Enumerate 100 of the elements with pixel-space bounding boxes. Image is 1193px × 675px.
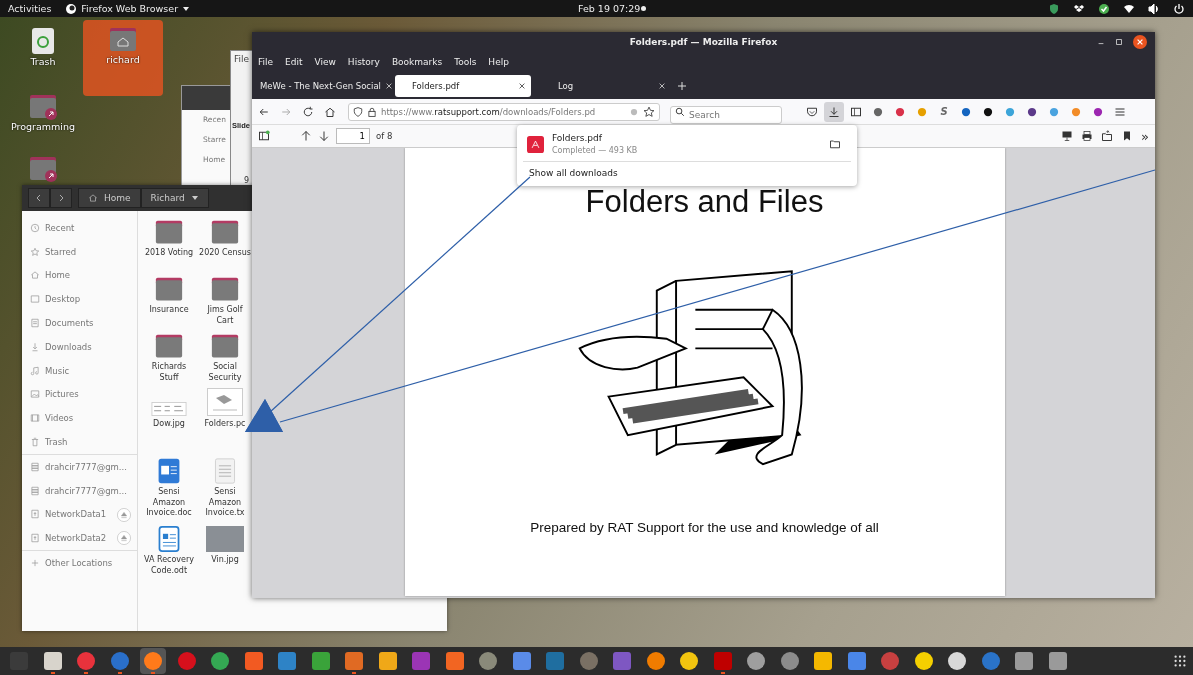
menu-item[interactable]: History: [347, 57, 380, 67]
selected-desktop-icon[interactable]: richard: [83, 20, 163, 96]
more-tools-button[interactable]: »: [1141, 128, 1149, 144]
menu-item[interactable]: Bookmarks: [391, 57, 443, 67]
address-bar[interactable]: https://www.ratsupport.com/downloads/Folders.pd: [348, 102, 660, 121]
star-icon[interactable]: [643, 105, 655, 118]
sidebar-item[interactable]: Starred: [22, 239, 137, 264]
menu-item[interactable]: Tools: [454, 57, 477, 67]
wifi-icon[interactable]: [1123, 2, 1135, 15]
eject-button[interactable]: [117, 531, 131, 546]
new-tab-icon[interactable]: [677, 80, 687, 91]
page-number-field[interactable]: 1: [336, 128, 370, 144]
download-icon: [828, 105, 840, 118]
menu-item[interactable]: File: [234, 54, 250, 64]
folder-icon: [211, 333, 239, 359]
download-item[interactable]: Folders.pdf Completed — 493 KB: [523, 131, 851, 162]
menu-item[interactable]: Edit: [285, 57, 303, 67]
browser-tab[interactable]: Log: [535, 74, 671, 97]
folder-icon[interactable]: [829, 138, 841, 150]
app-grid-icon[interactable]: [1173, 654, 1187, 668]
presentation-icon[interactable]: [1061, 130, 1074, 142]
plus-icon: [30, 558, 40, 569]
activities-button[interactable]: Activities: [8, 3, 52, 14]
close-tab-icon[interactable]: [518, 81, 526, 90]
drive-icon: [30, 485, 40, 496]
close-button[interactable]: [1133, 35, 1147, 49]
sidebar-item[interactable]: drahcir7777@gm...: [22, 454, 137, 479]
print-icon[interactable]: [1081, 130, 1094, 142]
path-button[interactable]: Richard: [140, 188, 209, 208]
desktop-icon: [30, 294, 40, 305]
sidebar-item[interactable]: Other Locations: [22, 551, 137, 575]
clock[interactable]: Feb 19 07:29: [578, 3, 641, 14]
lock-icon: [367, 106, 377, 117]
power-icon[interactable]: [1173, 2, 1185, 15]
check-icon[interactable]: [1098, 2, 1110, 15]
page-count: of 8: [376, 131, 393, 141]
sidebar-item[interactable]: drahcir7777@gm...: [22, 478, 137, 503]
menu-item[interactable]: Help: [488, 57, 509, 67]
box-icon[interactable]: [1073, 2, 1085, 15]
search-field[interactable]: Search: [670, 105, 782, 124]
arrow-up-icon[interactable]: [300, 130, 312, 142]
document-thumbnail-icon: [149, 402, 189, 416]
volume-icon[interactable]: [1148, 2, 1160, 15]
sidebar-item[interactable]: Pictures: [22, 382, 137, 407]
document-icon: [30, 318, 40, 329]
eject-button[interactable]: [117, 507, 131, 522]
pdf-file-icon: [527, 135, 544, 153]
arrow-down-icon[interactable]: [318, 130, 330, 142]
drive-icon: [30, 461, 40, 472]
download-status: Completed — 493 KB: [552, 146, 639, 155]
extension-button[interactable]: S: [934, 101, 954, 122]
shield-icon[interactable]: [1048, 2, 1060, 15]
sidebar-item[interactable]: Videos: [22, 406, 137, 431]
notification-dot-icon: [641, 6, 646, 11]
caret-icon: [182, 4, 191, 13]
app-menu[interactable]: Firefox Web Browser: [65, 2, 191, 15]
browser-tab[interactable]: MeWe - The Next-Gen Social: [255, 74, 391, 97]
chevron-right-icon: [57, 194, 65, 202]
search-icon: [675, 106, 685, 117]
star-icon: [30, 246, 40, 257]
file-name: Jims Golf Cart: [206, 305, 244, 326]
show-all-downloads-link[interactable]: Show all downloads: [529, 168, 618, 178]
sidebar-item[interactable]: NetworkData1: [22, 502, 137, 527]
pdf-thumbnail-icon: [207, 388, 243, 416]
page-heading: Folders and Files: [585, 184, 824, 220]
caret-icon: [190, 194, 199, 202]
download-file-name: Folders.pdf: [552, 133, 603, 143]
maximize-button[interactable]: [1115, 38, 1123, 46]
running-indicator: [50, 672, 55, 674]
film-icon: [30, 413, 40, 424]
reload-icon[interactable]: [302, 105, 314, 118]
pocket-icon: [806, 105, 818, 118]
home-icon: [88, 193, 98, 203]
close-tab-icon[interactable]: [384, 81, 393, 90]
chevron-left-icon: [35, 194, 43, 202]
folder-icon: [211, 219, 239, 245]
path-button[interactable]: Home: [78, 188, 141, 208]
menu-item[interactable]: File: [258, 57, 274, 67]
network-drive-icon: [30, 533, 40, 544]
sidebar-toggle-icon[interactable]: [258, 130, 270, 142]
window-title: Folders.pdf — Mozilla Firefox: [629, 37, 778, 47]
save-icon[interactable]: [1101, 130, 1114, 142]
clock-icon: [30, 222, 40, 233]
sidebar-item[interactable]: Documents: [22, 311, 137, 335]
sidebar-item[interactable]: Home: [22, 263, 137, 288]
file-name: 2020 Census: [198, 248, 252, 259]
downloads-button[interactable]: [824, 101, 844, 122]
sidebar-item[interactable]: Desktop: [22, 287, 137, 312]
desktop-shortcut[interactable]: Trash: [8, 22, 78, 71]
home-icon[interactable]: [324, 105, 336, 118]
sidebar-item[interactable]: NetworkData2: [22, 526, 137, 551]
menu-item[interactable]: View: [314, 57, 336, 67]
sidebar-item[interactable]: Downloads: [22, 335, 137, 359]
sidebar-item[interactable]: Music: [22, 358, 137, 383]
browser-tab[interactable]: Folders.pdf: [395, 74, 531, 97]
desktop-icon-label: Trash: [30, 56, 56, 67]
desktop-shortcut[interactable]: Programming: [8, 87, 78, 136]
folder-icon: [155, 333, 183, 359]
sidebar-item[interactable]: Recent: [22, 216, 137, 240]
sidebar-item[interactable]: Trash: [22, 430, 137, 454]
